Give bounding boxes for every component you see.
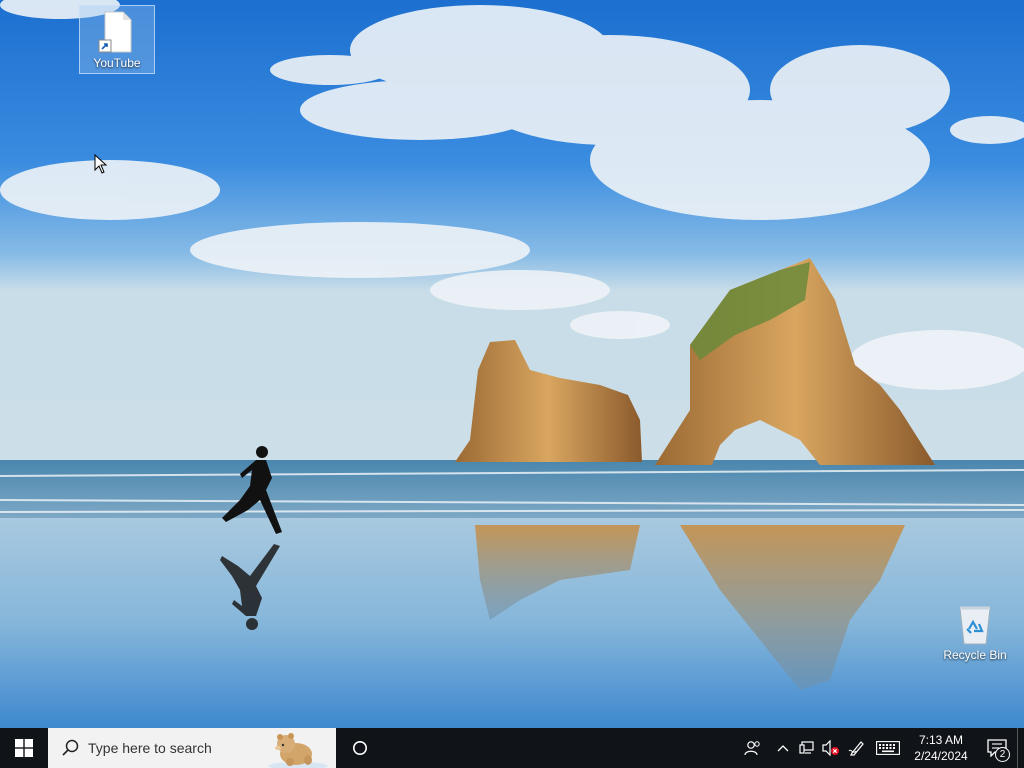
desktop-icon-youtube[interactable]: YouTube (79, 5, 155, 74)
show-desktop-button[interactable] (1017, 728, 1024, 768)
search-icon (62, 739, 79, 756)
clock-date: 2/24/2024 (914, 749, 968, 763)
desktop-icon-label: Recycle Bin (943, 648, 1007, 662)
touch-keyboard-button[interactable] (871, 728, 905, 768)
cortana-button[interactable] (336, 728, 384, 768)
desktop[interactable]: YouTube Recycle Bin (0, 0, 1024, 728)
desktop-icon-label: YouTube (93, 56, 141, 70)
desktop-icon-recycle-bin[interactable]: Recycle Bin (937, 598, 1013, 665)
search-highlight-illustration-icon (268, 733, 328, 768)
mouse-cursor-icon (94, 154, 108, 174)
cortana-circle-icon (353, 741, 367, 755)
taskbar: Type here to search 7:13 AM 2/24/2024 2 (0, 728, 1024, 768)
people-icon (744, 741, 760, 756)
people-button[interactable] (735, 728, 771, 768)
action-center-button[interactable]: 2 (977, 728, 1017, 768)
volume-button[interactable] (819, 728, 843, 768)
system-tray: 7:13 AM 2/24/2024 2 (735, 728, 1024, 768)
show-hidden-icons-button[interactable] (771, 728, 795, 768)
chevron-up-icon (777, 745, 789, 752)
recycle-bin-icon (955, 602, 995, 646)
pen-icon (848, 741, 864, 756)
network-icon (799, 741, 814, 754)
start-button[interactable] (0, 728, 48, 768)
clock-time: 7:13 AM (918, 733, 964, 747)
pen-workspace-button[interactable] (843, 728, 871, 768)
taskbar-clock[interactable]: 7:13 AM 2/24/2024 (905, 728, 977, 768)
volume-muted-icon (822, 740, 839, 756)
desktop-wallpaper (0, 0, 1024, 728)
notification-count-badge: 2 (995, 747, 1010, 762)
keyboard-icon (876, 741, 900, 755)
search-placeholder: Type here to search (88, 740, 212, 756)
windows-logo-icon (15, 739, 33, 757)
network-button[interactable] (795, 728, 819, 768)
document-shortcut-icon (97, 10, 137, 54)
taskbar-search-box[interactable]: Type here to search (48, 728, 336, 768)
